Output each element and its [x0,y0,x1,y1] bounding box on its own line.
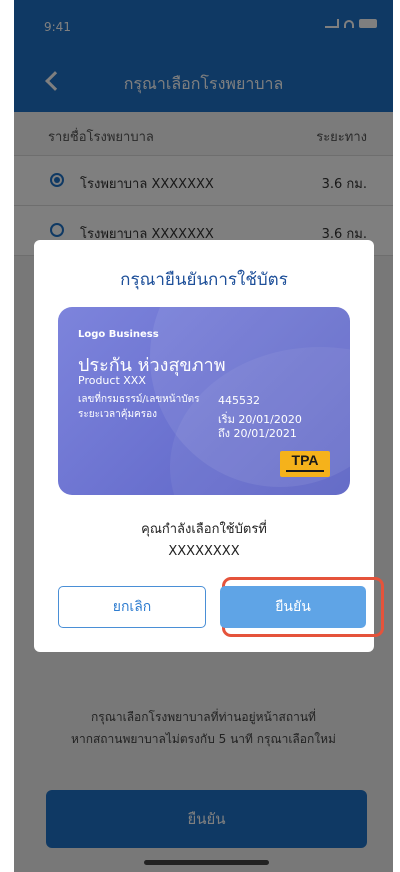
confirm-card-dialog: กรุณายืนยันการใช้บัตร Logo Business ประก… [34,240,384,652]
card-coverage-label: ระยะเวลาคุ้มครอง [78,409,157,420]
card-product: Product XXX [78,374,146,387]
tpa-logo: TPA [280,451,330,477]
card-policy-value: 445532 [218,394,260,407]
dialog-title: กรุณายืนยันการใช้บัตร [120,270,288,290]
phone-screen: 9:41 กรุณาเลือกโรงพยาบาล รายชื่อโรงพยาบา… [14,0,393,872]
card-policy-label: เลขที่กรมธรรม์/เลขหน้าบัตร [78,394,200,405]
dialog-message: คุณกำลังเลือกใช้บัตรที่ [141,522,267,537]
dialog-card-number: XXXXXXXX [168,544,240,559]
tpa-logo-underline [286,470,324,472]
insurance-card: Logo Business ประกัน ห่วงสุขภาพ Product … [58,307,350,495]
cancel-button[interactable]: ยกเลิก [58,586,206,628]
card-coverage-end: ถึง 20/01/2021 [218,427,297,440]
card-logo: Logo Business [78,329,159,340]
tpa-logo-text: TPA [291,452,319,468]
confirm-button[interactable]: ยืนยัน [220,586,366,628]
home-indicator [144,860,269,865]
